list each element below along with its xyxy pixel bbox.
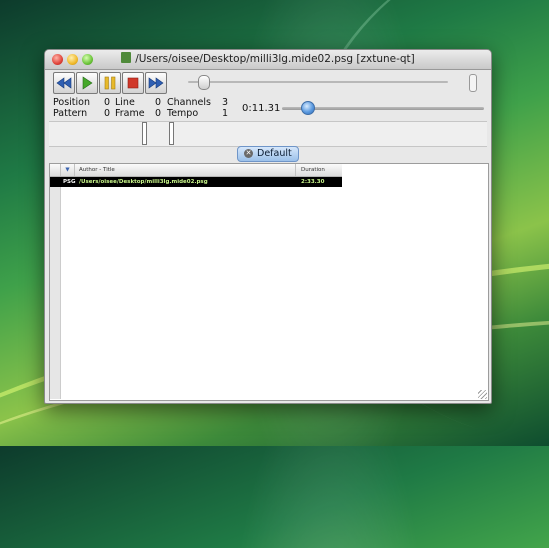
tempo-value: 1 xyxy=(222,108,229,119)
toolbar-grip[interactable] xyxy=(469,74,477,92)
row-type: PSG xyxy=(63,179,76,185)
seek-slider-track xyxy=(188,81,448,83)
volume-slider-knob[interactable] xyxy=(301,101,315,115)
row-number-gutter xyxy=(50,187,61,399)
spectrum-analyzer xyxy=(49,121,487,147)
zxtune-window: /Users/oisee/Desktop/milli3lg.mide02.psg… xyxy=(44,49,492,404)
previous-button[interactable] xyxy=(53,72,75,94)
play-button[interactable] xyxy=(76,72,98,94)
playlist-header: ▼ Author - Title Duration xyxy=(50,164,342,177)
playlist-view: ▼ Author - Title Duration PSG /Users/ois… xyxy=(49,163,489,401)
analyzer-bar xyxy=(142,122,147,145)
playback-time: 0:11.31 xyxy=(242,103,281,114)
document-icon xyxy=(121,52,132,63)
analyzer-bar xyxy=(169,122,174,145)
play-icon xyxy=(82,76,93,90)
row-duration: 2:33.30 xyxy=(301,179,325,185)
next-button[interactable] xyxy=(145,72,167,94)
table-row[interactable]: PSG /Users/oisee/Desktop/milli3lg.mide02… xyxy=(50,177,342,187)
close-tab-icon[interactable]: ✕ xyxy=(244,149,253,158)
resize-grip[interactable] xyxy=(478,390,487,399)
seek-slider[interactable] xyxy=(188,75,448,90)
fast-forward-icon xyxy=(148,77,164,89)
row-title: /Users/oisee/Desktop/milli3lg.mide02.psg xyxy=(79,179,208,185)
channels-value: 3 xyxy=(222,97,229,108)
pattern-value: 0 xyxy=(104,108,111,119)
stop-icon xyxy=(127,77,139,89)
rewind-icon xyxy=(56,77,72,89)
playback-toolbar xyxy=(53,72,483,94)
volume-slider[interactable] xyxy=(282,101,484,115)
tempo-label: Tempo xyxy=(167,108,199,119)
pattern-label: Pattern xyxy=(53,108,88,119)
seek-slider-knob[interactable] xyxy=(198,75,210,90)
window-title-wrap: /Users/oisee/Desktop/milli3lg.mide02.psg… xyxy=(45,52,491,65)
title-bar[interactable]: /Users/oisee/Desktop/milli3lg.mide02.psg… xyxy=(45,50,491,70)
position-value: 0 xyxy=(104,97,111,108)
position-label: Position xyxy=(53,97,90,108)
tab-default[interactable]: ✕ Default xyxy=(237,146,299,162)
header-duration-column[interactable]: Duration xyxy=(297,164,342,176)
line-label: Line xyxy=(115,97,135,108)
channels-label: Channels xyxy=(167,97,211,108)
stop-button[interactable] xyxy=(122,72,144,94)
pause-icon xyxy=(104,76,116,90)
line-value: 0 xyxy=(155,97,162,108)
pause-button[interactable] xyxy=(99,72,121,94)
frame-value: 0 xyxy=(155,108,162,119)
window-title: /Users/oisee/Desktop/milli3lg.mide02.psg… xyxy=(135,53,415,65)
frame-label: Frame xyxy=(115,108,145,119)
header-type-column[interactable]: ▼ xyxy=(61,164,75,176)
header-author-title-column[interactable]: Author - Title xyxy=(75,164,296,176)
tab-default-label: Default xyxy=(257,148,292,159)
header-index-column[interactable] xyxy=(50,164,61,176)
playlist-tab-bar: ✕ Default xyxy=(49,146,487,162)
